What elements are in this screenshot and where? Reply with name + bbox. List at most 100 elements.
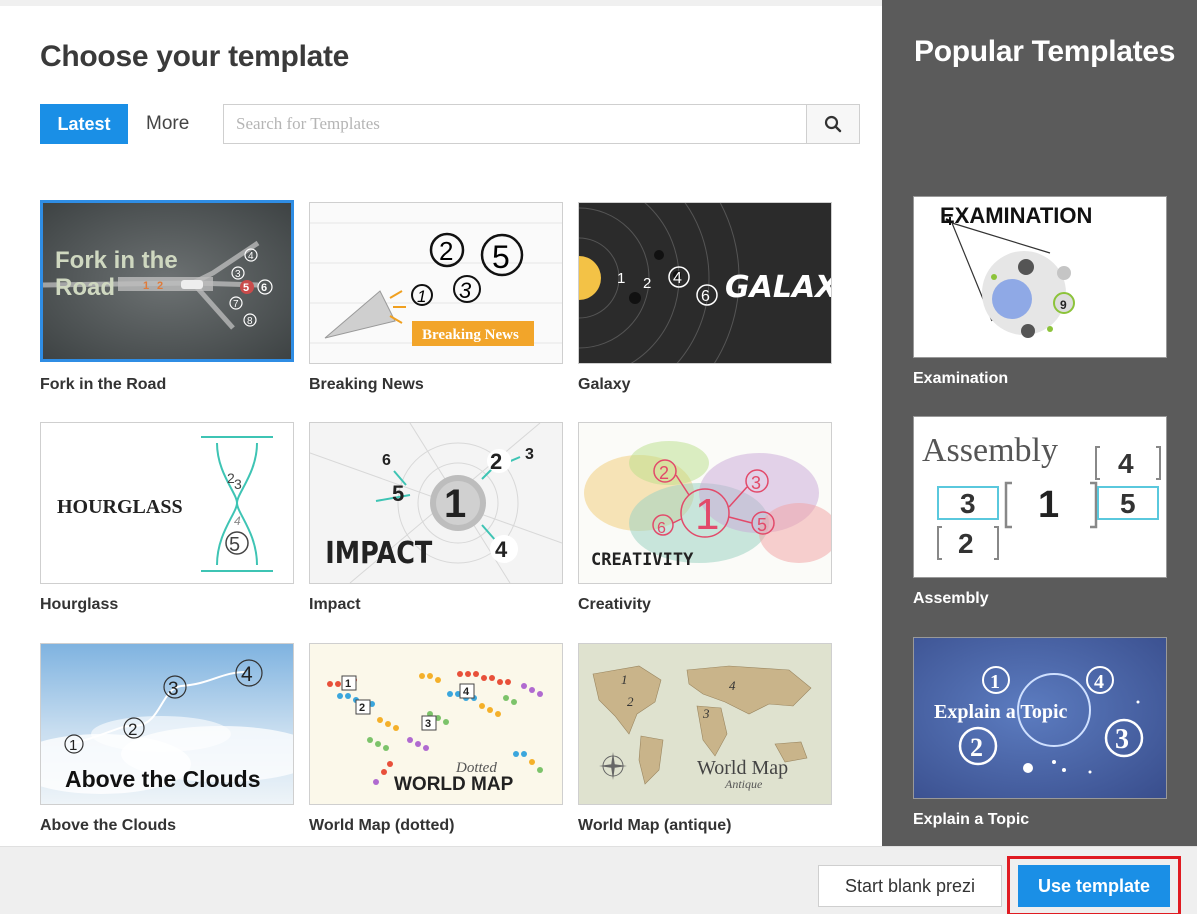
explain-a-topic-preview: 1 4 2 3 Explain a Topic	[914, 638, 1166, 798]
svg-text:Breaking News: Breaking News	[422, 327, 519, 343]
svg-text:Above the Clouds: Above the Clouds	[65, 766, 261, 792]
svg-text:6: 6	[701, 288, 710, 305]
svg-text:1: 1	[617, 270, 625, 287]
template-name: World Map (dotted)	[309, 817, 455, 834]
svg-text:4: 4	[234, 514, 241, 528]
search-box	[223, 104, 860, 144]
svg-text:3: 3	[1115, 724, 1129, 755]
svg-text:IMPACT: IMPACT	[325, 535, 432, 571]
template-thumbnail[interactable]: 1 2 3 4 Dotted WORLD MAP	[309, 643, 563, 805]
svg-text:1: 1	[143, 280, 149, 292]
creativity-preview: 1 2 3 5 6 CREATIVITY	[579, 423, 831, 583]
svg-text:3: 3	[960, 488, 976, 519]
template-name: Explain a Topic	[913, 811, 1030, 828]
breaking-news-preview: 2 5 1 3 Breaking News	[310, 203, 562, 363]
template-name: Fork in the Road	[40, 376, 167, 393]
above-the-clouds-preview: 1 2 3 4 Above the Clouds	[41, 644, 293, 804]
template-name: Impact	[309, 596, 361, 613]
svg-text:1: 1	[444, 482, 466, 526]
template-thumbnail[interactable]: HOURGLASS 2 3 4 5	[40, 422, 294, 584]
svg-text:2: 2	[970, 733, 983, 762]
svg-text:4: 4	[1094, 671, 1104, 693]
svg-text:1: 1	[990, 671, 1000, 693]
template-name: Assembly	[913, 590, 989, 607]
template-thumbnail[interactable]: 2 5 1 3 Breaking News	[309, 202, 563, 364]
dialog-footer: Start blank prezi Use template	[0, 846, 1197, 914]
svg-text:4: 4	[495, 537, 508, 562]
svg-text:Explain a Topic: Explain a Topic	[934, 701, 1068, 723]
svg-text:WORLD MAP: WORLD MAP	[394, 774, 514, 795]
impact-preview: 1 6 5 2 3 4 IMPACT	[310, 423, 562, 583]
template-name: World Map (antique)	[578, 817, 732, 834]
svg-text:EXAMINATION: EXAMINATION	[940, 203, 1092, 228]
svg-text:Antique: Antique	[724, 777, 763, 791]
svg-text:4: 4	[1118, 448, 1134, 479]
svg-text:2: 2	[490, 449, 502, 474]
search-button[interactable]	[806, 105, 859, 143]
svg-text:3: 3	[235, 269, 241, 280]
template-thumbnail[interactable]: EXAMINATION 9	[913, 196, 1167, 358]
template-name: Galaxy	[578, 376, 631, 393]
svg-text:2: 2	[643, 275, 651, 292]
template-thumbnail[interactable]: 1 4 2 3 Explain a Topic	[913, 637, 1167, 799]
svg-text:3: 3	[234, 476, 242, 492]
svg-text:4: 4	[673, 270, 682, 287]
template-name: Examination	[913, 370, 1009, 387]
svg-text:3: 3	[751, 473, 761, 493]
svg-text:1: 1	[345, 678, 351, 690]
svg-text:3: 3	[525, 446, 534, 463]
svg-text:3: 3	[459, 278, 472, 303]
svg-text:2: 2	[659, 463, 669, 483]
svg-text:Fork in the: Fork in the	[55, 247, 178, 274]
svg-text:5: 5	[1120, 488, 1136, 519]
template-thumbnail[interactable]: Assembly 4 3 1 5 2	[913, 416, 1167, 578]
tab-more[interactable]: More	[146, 104, 189, 144]
svg-text:1: 1	[695, 490, 719, 539]
svg-text:1: 1	[417, 287, 426, 306]
svg-text:2: 2	[157, 280, 163, 292]
template-thumbnail[interactable]: 1 2 4 6 GALAXY	[578, 202, 832, 364]
svg-text:2: 2	[359, 702, 365, 714]
template-thumbnail[interactable]: 1 2 3 5 6 CREATIVITY	[578, 422, 832, 584]
template-thumbnail[interactable]: Fork in the Road 1 2 3 4 5 6 7 8	[40, 200, 294, 362]
svg-text:6: 6	[382, 452, 391, 469]
assembly-preview: Assembly 4 3 1 5 2	[914, 417, 1166, 577]
svg-text:2: 2	[128, 720, 137, 739]
svg-text:5: 5	[492, 239, 510, 275]
svg-text:9: 9	[1060, 298, 1067, 312]
template-thumbnail[interactable]: 1 2 3 4 Above the Clouds	[40, 643, 294, 805]
svg-text:2: 2	[627, 694, 634, 709]
template-thumbnail[interactable]: 1 6 5 2 3 4 IMPACT	[309, 422, 563, 584]
svg-text:1: 1	[1038, 484, 1059, 526]
svg-text:1: 1	[69, 737, 77, 754]
svg-text:Road: Road	[55, 274, 115, 301]
svg-text:GALAXY: GALAXY	[725, 270, 831, 305]
svg-text:4: 4	[248, 251, 254, 262]
search-input[interactable]	[224, 105, 807, 143]
tab-latest[interactable]: Latest	[40, 104, 128, 144]
svg-text:2: 2	[439, 236, 453, 266]
hourglass-preview: HOURGLASS 2 3 4 5	[41, 423, 293, 583]
galaxy-preview: 1 2 4 6 GALAXY	[579, 203, 831, 363]
svg-text:4: 4	[241, 663, 253, 686]
svg-text:5: 5	[229, 534, 240, 556]
examination-preview: EXAMINATION 9	[914, 197, 1166, 357]
search-icon	[824, 115, 842, 133]
template-name: Hourglass	[40, 596, 119, 613]
svg-text:CREATIVITY: CREATIVITY	[591, 550, 694, 570]
svg-text:3: 3	[702, 706, 710, 721]
svg-text:1: 1	[621, 672, 628, 687]
template-chooser-dialog: Choose your template Latest More Search …	[0, 0, 1197, 914]
svg-text:5: 5	[757, 515, 767, 535]
svg-text:4: 4	[463, 686, 470, 698]
template-name: Creativity	[578, 596, 651, 613]
use-template-button[interactable]: Use template	[1018, 865, 1170, 907]
svg-text:World Map: World Map	[697, 757, 788, 779]
svg-text:5: 5	[392, 481, 404, 506]
svg-text:Assembly: Assembly	[922, 432, 1058, 469]
template-thumbnail[interactable]: 1 2 3 4 World Map Antique	[578, 643, 832, 805]
world-map-dotted-preview: 1 2 3 4 Dotted WORLD MAP	[310, 644, 562, 804]
start-blank-prezi-button[interactable]: Start blank prezi	[818, 865, 1002, 907]
svg-text:4: 4	[729, 678, 736, 693]
svg-text:HOURGLASS: HOURGLASS	[57, 496, 183, 518]
